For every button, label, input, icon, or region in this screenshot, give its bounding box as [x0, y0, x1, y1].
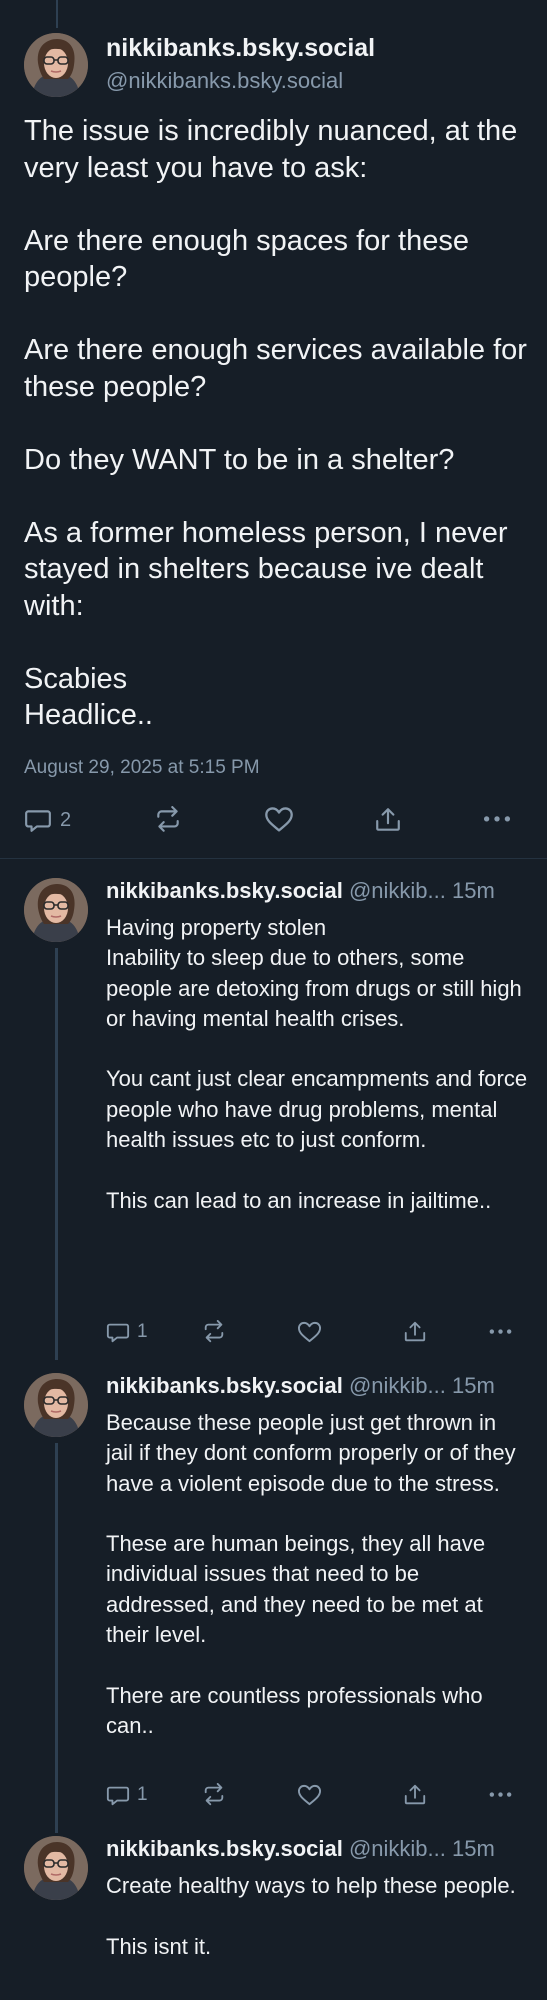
author-handle[interactable]: @nikkib... [349, 878, 446, 903]
heart-icon [297, 1784, 322, 1805]
post-timestamp[interactable]: August 29, 2025 at 5:15 PM [24, 757, 260, 779]
more-options-button[interactable] [482, 800, 512, 840]
like-button[interactable] [297, 1317, 322, 1347]
more-options-button[interactable] [488, 1780, 513, 1810]
avatar-image [24, 1373, 88, 1437]
reply-actions: 1 [106, 1317, 526, 1347]
repost-icon [204, 1783, 224, 1806]
reply-text: Because these people just get thrown in … [106, 1410, 516, 1738]
reply-count: 2 [60, 808, 72, 831]
repost-icon [204, 1320, 224, 1343]
like-button[interactable] [264, 800, 294, 840]
reply-button[interactable]: 1 [106, 1780, 148, 1810]
post-actions: 2 [24, 800, 524, 840]
author-handle[interactable]: @nikkib... [349, 1836, 446, 1861]
thread-line [55, 1443, 58, 1833]
reply-time[interactable]: 15m [452, 1836, 495, 1861]
reply-count: 1 [137, 1784, 148, 1805]
avatar-image [24, 33, 88, 97]
author-handle[interactable]: @nikkibanks.bsky.social [106, 68, 343, 94]
author-handle[interactable]: @nikkib... [349, 1373, 446, 1398]
reply-header: nikkibanks.bsky.social @nikkib... 15m [106, 1836, 495, 1862]
speech-bubble-icon [106, 1786, 130, 1806]
ellipsis-icon [483, 816, 511, 822]
author-display-name[interactable]: nikkibanks.bsky.social [106, 1373, 343, 1398]
like-button[interactable] [297, 1780, 322, 1810]
reply-count: 1 [137, 1321, 148, 1342]
reply-button[interactable]: 1 [106, 1317, 148, 1347]
author-display-name[interactable]: nikkibanks.bsky.social [106, 878, 343, 903]
speech-bubble-icon [25, 810, 51, 832]
reply-time[interactable]: 15m [452, 1373, 495, 1398]
post-text: The issue is incredibly nuanced, at the … [24, 115, 527, 731]
repost-icon [157, 806, 179, 832]
author-display-name[interactable]: nikkibanks.bsky.social [106, 34, 375, 63]
main-post: nikkibanks.bsky.social @nikkibanks.bsky.… [0, 0, 547, 860]
reply-post[interactable]: nikkibanks.bsky.social @nikkib... 15m Be… [0, 1370, 547, 1833]
ellipsis-icon [489, 1328, 512, 1334]
divider [0, 858, 547, 859]
ellipsis-icon [489, 1791, 512, 1797]
reply-post[interactable]: nikkibanks.bsky.social @nikkib... 15m Cr… [0, 1833, 547, 2000]
share-button[interactable] [403, 1780, 427, 1810]
reply-actions: 1 [106, 1780, 526, 1810]
author-display-name[interactable]: nikkibanks.bsky.social [106, 1836, 343, 1861]
reply-text: Create healthy ways to help these people… [106, 1873, 516, 1959]
avatar-image [24, 1836, 88, 1900]
reply-text: Having property stolen Inability to slee… [106, 915, 528, 1213]
share-button[interactable] [403, 1317, 427, 1347]
share-icon [404, 1321, 426, 1342]
avatar[interactable] [24, 1373, 88, 1437]
reply-header: nikkibanks.bsky.social @nikkib... 15m [106, 878, 495, 904]
reply-post[interactable]: nikkibanks.bsky.social @nikkib... 15m Ha… [0, 860, 547, 1370]
speech-bubble-icon [106, 1323, 130, 1343]
avatar[interactable] [24, 878, 88, 942]
repost-button[interactable] [202, 1317, 226, 1347]
more-options-button[interactable] [488, 1317, 513, 1347]
avatar[interactable] [24, 33, 88, 97]
share-button[interactable] [374, 800, 402, 840]
repost-button[interactable] [154, 800, 182, 840]
reply-time[interactable]: 15m [452, 878, 495, 903]
reply-header: nikkibanks.bsky.social @nikkib... 15m [106, 1373, 495, 1399]
reply-button[interactable]: 2 [24, 800, 71, 840]
share-icon [376, 808, 400, 831]
heart-icon [265, 807, 293, 832]
repost-button[interactable] [202, 1780, 226, 1810]
avatar[interactable] [24, 1836, 88, 1900]
heart-icon [297, 1321, 322, 1342]
avatar-image [24, 878, 88, 942]
share-icon [404, 1784, 426, 1805]
thread-line [55, 948, 58, 1360]
